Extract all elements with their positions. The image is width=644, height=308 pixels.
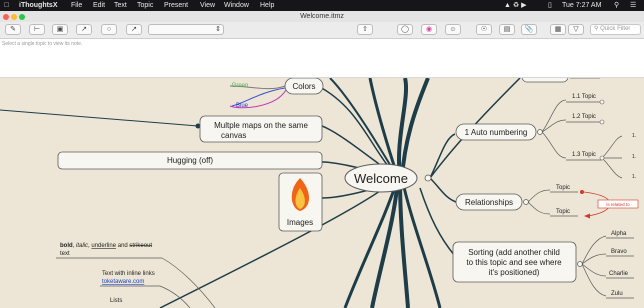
topic-multiple-maps-line1: Multple maps on the same	[214, 121, 308, 130]
branch	[329, 78, 399, 179]
window-title: Welcome.itmz	[300, 13, 344, 20]
collapse-toggle[interactable]	[424, 174, 432, 182]
format-bold: bold	[60, 243, 73, 249]
topic-auto-numbering-label: 1 Auto numbering	[465, 128, 528, 137]
topic-1-3-child[interactable]: 1.	[632, 174, 636, 180]
branch	[429, 133, 456, 179]
calendar-button[interactable]: ▦	[550, 24, 566, 35]
format-strikeout: strikeout	[129, 243, 152, 249]
tag-button[interactable]: ◯	[397, 24, 413, 35]
topic-colors-label: Colors	[292, 82, 315, 91]
notes-panel[interactable]: Select a single topic to view its note.	[0, 39, 644, 78]
topic-lists[interactable]: Lists	[110, 298, 122, 304]
comment-button[interactable]: ↗	[126, 24, 142, 35]
filter-icon[interactable]: ▽	[568, 24, 584, 35]
app-menu[interactable]: iThoughtsX	[19, 1, 58, 10]
format-italic: italic	[76, 243, 88, 249]
rel-topic-2-label[interactable]: Topic	[556, 209, 570, 215]
topic-sorting-line2: to this topic and see where	[466, 258, 562, 267]
topic-partial[interactable]	[521, 78, 569, 83]
share-button[interactable]: ⇧	[357, 24, 373, 35]
relationship-label: is related to	[606, 202, 630, 207]
quick-filter-input[interactable]: ⚲ Quick Filter	[590, 24, 641, 35]
menu-present[interactable]: Present	[164, 1, 188, 10]
search-field-icon: ⚲	[594, 26, 599, 32]
list-icon[interactable]: ☰	[630, 1, 636, 10]
notes-placeholder: Select a single topic to view its note.	[2, 41, 83, 47]
menu-topic[interactable]: Topic	[137, 1, 153, 10]
rel-topic-1-label[interactable]: Topic	[556, 185, 570, 191]
topic-images-label: Images	[287, 218, 313, 227]
menu-file[interactable]: File	[71, 1, 82, 10]
topic-sorting-line1: Sorting (add another child	[468, 248, 560, 257]
emoji-button[interactable]: ☺	[445, 24, 461, 35]
edit-note-button[interactable]: ✎	[5, 24, 21, 35]
globe-button[interactable]: ☉	[476, 24, 492, 35]
relationship-start-dot	[580, 190, 584, 194]
branch	[429, 177, 457, 203]
toolbar: ✎ ⊢ ▣ ↗ ○ ↗ ⇕ ⇧ ◯ ◉ ☺ ☉ ▤ 📎 ▦ ▽ ⚲ Quick …	[0, 22, 644, 39]
callout-button[interactable]: ○	[101, 24, 117, 35]
topic-formatted-text-line2: text	[60, 251, 70, 257]
format-underline: underline	[91, 243, 116, 249]
topic-1-3-label[interactable]: 1.3 Topic	[572, 152, 596, 158]
topic-blue-label: Blue	[236, 103, 249, 109]
connector-line	[0, 109, 199, 127]
add-parent-button[interactable]: ↗	[76, 24, 92, 35]
menu-help[interactable]: Help	[260, 1, 274, 10]
mindmap-canvas[interactable]: Colors Green Blue Multple maps on the sa…	[0, 78, 644, 308]
attachment-button[interactable]: 📎	[521, 24, 537, 35]
search-icon[interactable]: ⚲	[614, 1, 619, 10]
branch	[159, 177, 397, 308]
menu-window[interactable]: Window	[224, 1, 249, 10]
topic-green-label: Green	[232, 83, 249, 89]
battery-icon[interactable]: ▯	[548, 1, 552, 10]
topic-1-2-label[interactable]: 1.2 Topic	[572, 114, 596, 120]
collapse-toggle[interactable]	[599, 119, 605, 125]
window-titlebar: Welcome.itmz	[0, 11, 644, 22]
branch	[343, 177, 400, 308]
sort-child-bravo[interactable]: Bravo	[611, 249, 627, 255]
collapse-toggle[interactable]	[537, 129, 543, 135]
topic-1-1-label[interactable]: 1.1 Topic	[572, 94, 596, 100]
sort-child-zulu[interactable]: Zulu	[611, 291, 623, 297]
collapse-toggle[interactable]	[599, 99, 605, 105]
status-icons: ▲ ♻ ▶	[504, 2, 527, 9]
branch	[370, 177, 400, 308]
image-button[interactable]: ▤	[499, 24, 515, 35]
relationship-arrowhead	[584, 213, 590, 219]
menu-clock[interactable]: Tue 7:27 AM	[562, 1, 601, 10]
topic-relationships-label: Relationships	[465, 198, 513, 207]
topic-1-3-child[interactable]: 1.	[632, 133, 636, 139]
collapse-toggle[interactable]	[577, 261, 583, 267]
topic-sorting-line3: it's positioned)	[489, 268, 540, 277]
topic-hugging-label: Hugging (off)	[167, 156, 213, 165]
topic-inline-links[interactable]: Text with inline links	[102, 271, 155, 277]
central-topic-label: Welcome	[354, 171, 408, 186]
topic-formatted-text[interactable]: bold, italic, underline and strikeout	[60, 243, 152, 249]
color-wheel-button[interactable]: ◉	[421, 24, 437, 35]
collapse-toggle[interactable]	[523, 199, 529, 205]
topic-1-3-child[interactable]: 1.	[632, 154, 636, 160]
auto-numbering-branches	[541, 99, 623, 179]
sort-child-alpha[interactable]: Alpha	[611, 231, 627, 237]
collapse-toggle[interactable]	[599, 155, 605, 161]
relationships-branches	[527, 189, 578, 217]
menu-text[interactable]: Text	[114, 1, 127, 10]
inline-link[interactable]: toketaware.com	[102, 279, 144, 285]
style-select[interactable]: ⇕	[148, 24, 224, 35]
menu-view[interactable]: View	[200, 1, 215, 10]
add-sibling-button[interactable]: ▣	[52, 24, 68, 35]
topic-multiple-maps-line2: canvas	[221, 131, 246, 140]
apple-icon[interactable]: 	[4, 1, 9, 10]
menu-edit[interactable]: Edit	[93, 1, 105, 10]
branch	[368, 78, 400, 179]
menu-bar:  iThoughtsX File Edit Text Topic Presen…	[0, 0, 644, 11]
sorting-branches	[581, 235, 634, 299]
sort-child-charlie[interactable]: Charlie	[609, 271, 629, 277]
quick-filter-placeholder: Quick Filter	[600, 26, 631, 32]
add-child-button[interactable]: ⊢	[29, 24, 45, 35]
format-and: and	[116, 243, 129, 249]
